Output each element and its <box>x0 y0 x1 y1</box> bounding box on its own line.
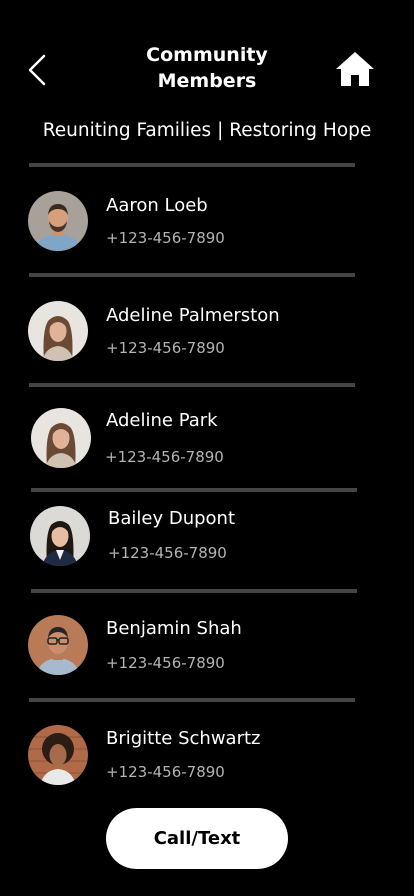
page-title: Community Members <box>107 42 307 94</box>
member-item[interactable]: Brigitte Schwartz +123-456-7890 <box>0 715 414 795</box>
member-item[interactable]: Benjamin Shah +123-456-7890 <box>0 605 414 685</box>
member-name: Brigitte Schwartz <box>106 728 261 749</box>
member-phone: +123-456-7890 <box>106 229 225 247</box>
member-name: Bailey Dupont <box>108 508 236 529</box>
avatar <box>28 301 88 361</box>
avatar <box>30 506 90 566</box>
member-item[interactable]: Bailey Dupont +123-456-7890 <box>0 496 414 576</box>
call-text-button[interactable]: Call/Text <box>106 808 288 869</box>
avatar <box>28 725 88 785</box>
divider <box>29 698 355 702</box>
home-icon <box>336 52 374 86</box>
member-phone: +123-456-7890 <box>106 763 225 781</box>
member-item[interactable]: Adeline Park +123-456-7890 <box>0 398 414 478</box>
avatar <box>28 191 88 251</box>
chevron-left-icon <box>28 54 46 86</box>
divider <box>31 589 357 593</box>
member-phone: +123-456-7890 <box>106 339 225 357</box>
member-item[interactable]: Aaron Loeb +123-456-7890 <box>0 181 414 261</box>
member-item[interactable]: Adeline Palmerston +123-456-7890 <box>0 291 414 371</box>
divider <box>29 163 355 167</box>
page-title-line2: Members <box>157 70 257 92</box>
member-phone: +123-456-7890 <box>105 448 224 466</box>
back-button[interactable] <box>24 50 54 90</box>
divider <box>31 488 357 492</box>
member-name: Aaron Loeb <box>106 195 208 216</box>
divider <box>29 273 355 277</box>
member-phone: +123-456-7890 <box>106 654 225 672</box>
avatar <box>28 615 88 675</box>
member-name: Adeline Park <box>106 410 218 431</box>
member-name: Adeline Palmerston <box>106 305 280 326</box>
avatar <box>31 408 91 468</box>
page-title-line1: Community <box>146 44 268 66</box>
divider <box>29 383 355 387</box>
member-phone: +123-456-7890 <box>108 544 227 562</box>
home-button[interactable] <box>334 50 376 88</box>
tagline: Reuniting Families | Restoring Hope <box>42 120 372 141</box>
member-name: Benjamin Shah <box>106 618 242 639</box>
